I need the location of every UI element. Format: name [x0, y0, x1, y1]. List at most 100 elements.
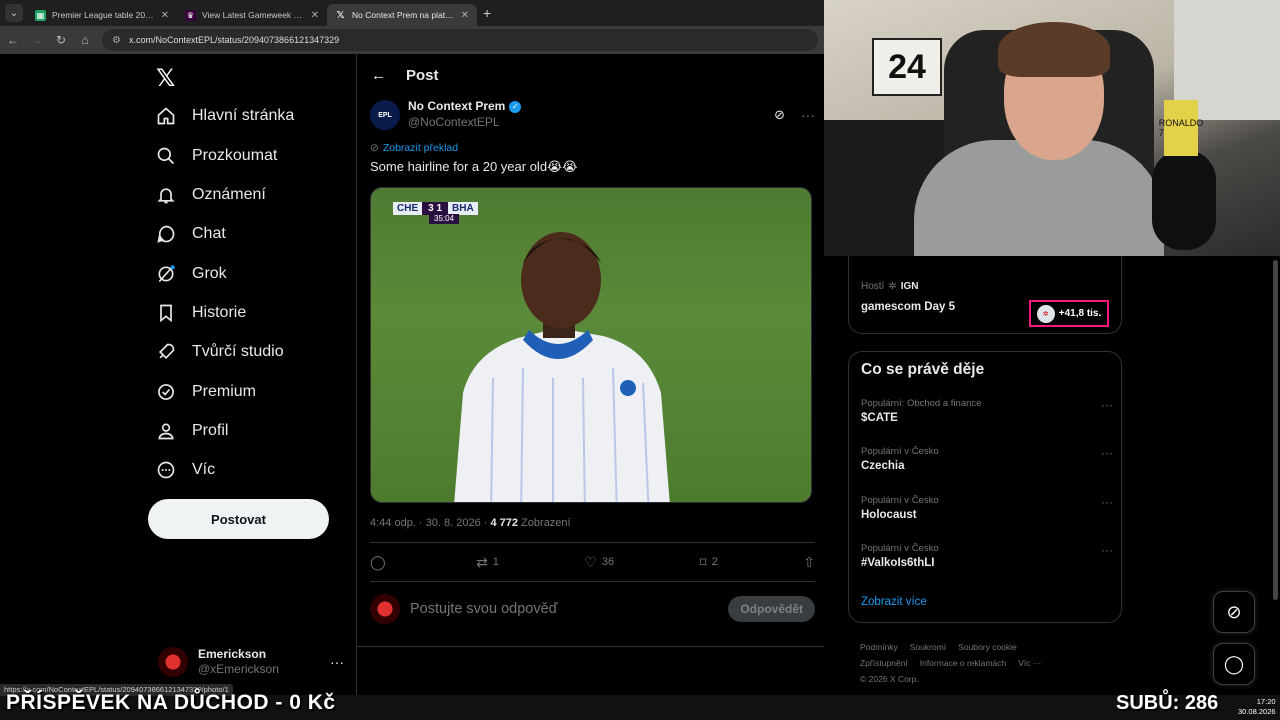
scrollbar[interactable]: [1273, 260, 1278, 600]
footer-link[interactable]: Víc ···: [1018, 658, 1041, 668]
chat-floating-button[interactable]: ◯: [1213, 643, 1255, 685]
more-horizontal-icon[interactable]: ···: [801, 107, 815, 123]
repost-icon: ⇄: [476, 553, 488, 570]
author-avatar[interactable]: EPL: [370, 100, 400, 130]
more-horizontal-icon[interactable]: ···: [330, 654, 344, 670]
reply-icon: ◯: [370, 553, 386, 570]
nav-item-premium[interactable]: Premium: [156, 382, 256, 402]
post-button[interactable]: Postovat: [148, 499, 329, 539]
browser-tab[interactable]: ▦ Premier League table 2026/2027 ✕: [27, 4, 177, 26]
sheet-icon: ▦: [35, 9, 46, 21]
reload-icon[interactable]: ↻: [54, 33, 68, 47]
nav-item-creator-studio[interactable]: Tvůrčí studio: [156, 342, 284, 362]
nav-item-more[interactable]: Víc: [156, 460, 215, 480]
new-tab-button[interactable]: +: [483, 5, 491, 21]
author-display-name[interactable]: No Context Prem: [408, 99, 505, 115]
address-bar[interactable]: ⚙ x.com/NoContextEPL/status/209407386612…: [102, 29, 818, 51]
nav-label: Premium: [192, 383, 257, 400]
nav-label: Hlavní stránka: [192, 107, 295, 124]
like-button[interactable]: ♡ 36: [584, 554, 614, 571]
close-tab-icon[interactable]: ✕: [161, 10, 169, 21]
bookmark-button[interactable]: ⌑ 2: [700, 554, 718, 571]
divider: [370, 581, 815, 582]
tab-search-button[interactable]: ⌄: [5, 4, 23, 22]
browser-tab[interactable]: ♛ View Latest Gameweek Points | Fantasy …: [177, 4, 327, 26]
show-more-link[interactable]: Zobrazit více: [861, 596, 927, 608]
verified-badge-icon: ✓: [509, 101, 522, 114]
nav-label: Oznámení: [192, 186, 266, 203]
nav-item-explore[interactable]: Prozkoumat: [156, 146, 277, 166]
close-tab-icon[interactable]: ✕: [311, 10, 319, 21]
trends-panel: Co se právě děje Populární: Obchod a fin…: [848, 351, 1122, 623]
premium-icon: [156, 382, 176, 402]
back-arrow-icon[interactable]: ←: [371, 67, 386, 84]
account-handle: @xEmerickson: [198, 662, 279, 676]
trend-item[interactable]: Populární v Česko #ValkoIs6thLI ···: [861, 543, 1113, 569]
nav-item-notifications[interactable]: Oznámení: [156, 185, 266, 205]
footer-link[interactable]: Podmínky: [860, 642, 898, 652]
repost-button[interactable]: ⇄ 1: [476, 554, 499, 571]
subscriber-count: SUBŮ: 286: [1116, 692, 1219, 714]
grok-icon[interactable]: ⊘: [774, 107, 785, 123]
tab-title: No Context Prem na platformě X: [352, 10, 455, 20]
post-timestamp: 4:44 odp. · 30. 8. 2026 · 4 772 Zobrazen…: [370, 517, 571, 529]
trends-title: Co se právě děje: [861, 361, 985, 378]
nav-item-profile[interactable]: Profil: [156, 421, 228, 441]
more-horizontal-icon[interactable]: ···: [1101, 398, 1113, 412]
back-icon[interactable]: ←: [6, 33, 20, 47]
x-logo-icon[interactable]: 𝕏: [156, 64, 175, 93]
post-media-image[interactable]: CHE 3 1 BHA 35:04: [370, 187, 812, 503]
x-page: 𝕏 Hlavní stránka Prozkoumat Oznámení Cha…: [0, 54, 825, 695]
more-circle-icon: [156, 460, 176, 480]
close-tab-icon[interactable]: ✕: [461, 10, 469, 21]
footer-link[interactable]: Zpřístupnění: [860, 658, 908, 668]
rocket-icon: [156, 342, 176, 362]
chat-icon: [156, 224, 176, 244]
footer-link[interactable]: Soubory cookie: [958, 642, 1017, 652]
nav-item-chat[interactable]: Chat: [156, 224, 226, 244]
translate-label: Zobrazit překlad: [382, 142, 459, 154]
author-handle[interactable]: @NoContextEPL: [408, 115, 766, 131]
more-horizontal-icon[interactable]: ···: [1101, 495, 1113, 509]
share-button[interactable]: ⇧: [803, 554, 815, 571]
site-info-icon[interactable]: ⚙: [112, 35, 121, 46]
trend-item[interactable]: Populární v Česko Czechia ···: [861, 446, 1113, 472]
more-horizontal-icon[interactable]: ···: [1101, 446, 1113, 460]
browser-tab-active[interactable]: 𝕏 No Context Prem na platformě X ✕: [327, 4, 477, 26]
live-listener-count: ✲ +41,8 tis.: [1029, 300, 1109, 327]
nav-label: Víc: [192, 461, 216, 478]
trend-item[interactable]: Populární: Obchod a finance $CATE ···: [861, 398, 1113, 424]
host-label: Hostí: [861, 281, 885, 292]
reply-input[interactable]: Postujte svou odpověď: [410, 601, 718, 617]
live-on-x-card[interactable]: Hostí ✲ IGN gamescom Day 5 ✲ +41,8 tis.: [848, 244, 1122, 334]
ign-logo-icon: ✲: [888, 281, 897, 292]
microphone: [1152, 150, 1216, 250]
translate-link[interactable]: ⊘ Zobrazit překlad: [370, 142, 458, 154]
chat-icon: ◯: [1223, 653, 1245, 674]
avatar: [158, 647, 188, 677]
nav-item-grok[interactable]: Grok: [156, 264, 227, 284]
pl-icon: ♛: [185, 9, 196, 21]
grok-icon: ⊘: [1226, 601, 1242, 622]
live-event-title: gamescom Day 5: [861, 301, 955, 313]
post-time[interactable]: 4:44 odp. · 30. 8. 2026 ·: [370, 517, 490, 529]
nav-label: Chat: [192, 225, 226, 242]
account-switcher[interactable]: Emerickson @xEmerickson ···: [158, 644, 344, 680]
trend-item[interactable]: Populární v Česko Holocaust ···: [861, 495, 1113, 521]
nav-item-home[interactable]: Hlavní stránka: [156, 106, 294, 126]
forward-icon[interactable]: →: [30, 33, 44, 47]
grok-floating-button[interactable]: ⊘: [1213, 591, 1255, 633]
nav-item-bookmarks[interactable]: Historie: [156, 303, 246, 323]
view-count: 4 772: [490, 517, 519, 529]
footer-link[interactable]: Informace o reklamách: [920, 658, 1006, 668]
home-icon: [156, 106, 176, 126]
home-button-icon[interactable]: ⌂: [78, 33, 92, 47]
post-column: ← Post EPL No Context Prem ✓ @NoContextEP…: [356, 54, 825, 695]
more-horizontal-icon[interactable]: ···: [1101, 543, 1113, 557]
footer-link[interactable]: Soukromí: [910, 642, 946, 652]
reply-submit-button[interactable]: Odpovědět: [728, 596, 815, 622]
reply-button[interactable]: ◯: [370, 554, 391, 571]
reply-composer: Postujte svou odpověď Odpovědět: [370, 592, 815, 626]
wall-jersey: RONALDO 7: [1159, 100, 1203, 156]
heart-icon: ♡: [584, 553, 597, 570]
